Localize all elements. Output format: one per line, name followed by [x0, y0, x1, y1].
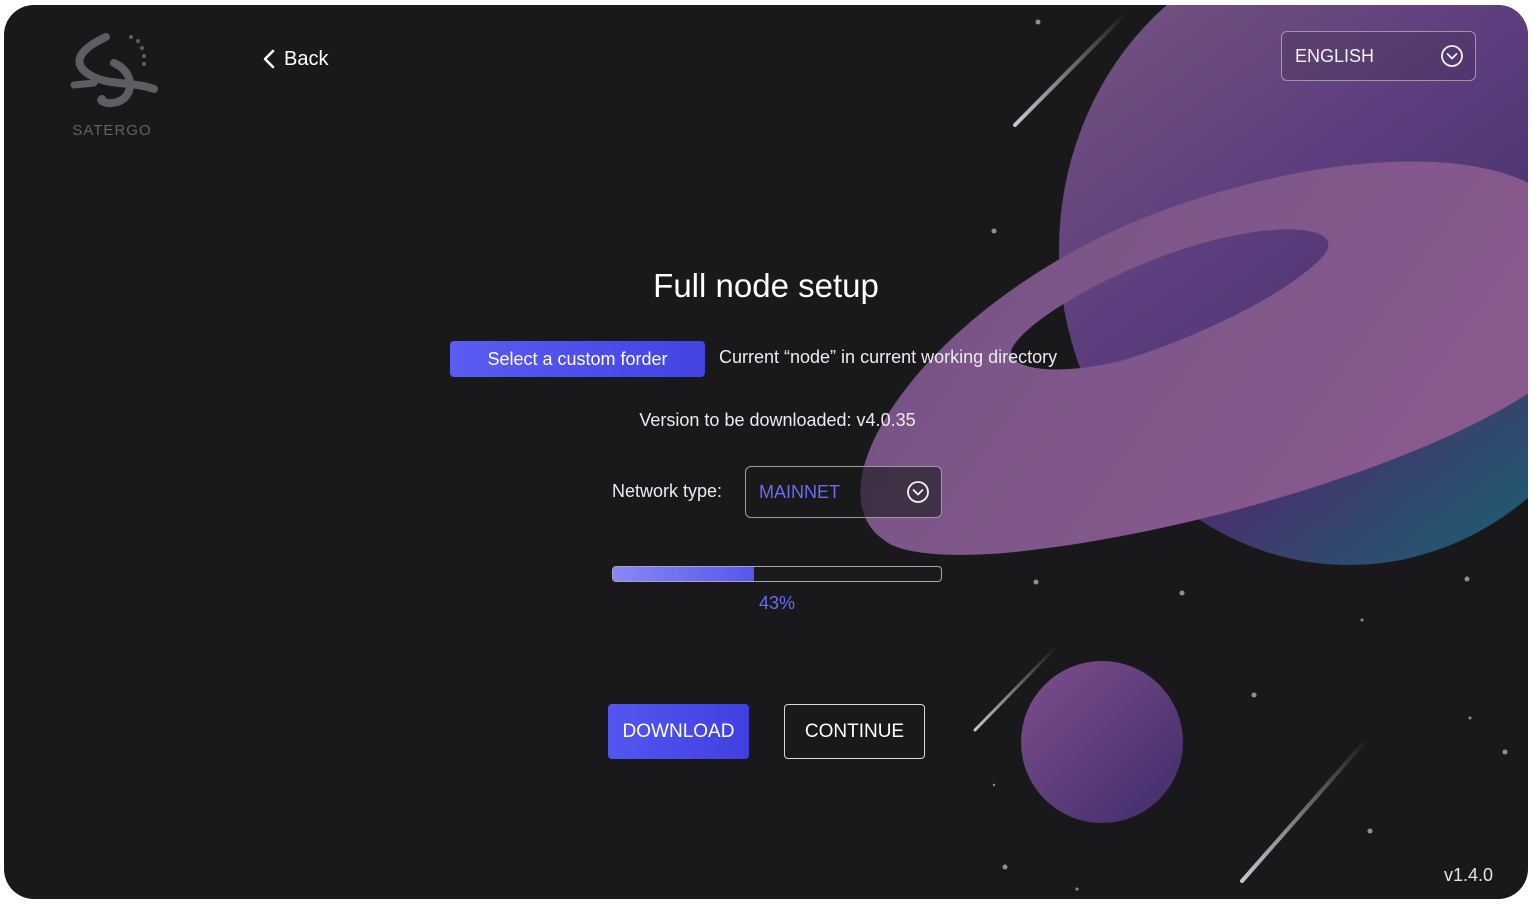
back-label: Back — [284, 47, 329, 70]
select-custom-folder-button[interactable]: Select a custom forder — [450, 341, 705, 377]
app-window: SATERGO Back ENGLISH Full node setup Sel… — [4, 5, 1528, 899]
network-type-label: Network type: — [612, 481, 723, 501]
download-button[interactable]: DOWNLOAD — [608, 704, 749, 759]
space-background — [860, 5, 1528, 891]
language-value: ENGLISH — [1295, 45, 1375, 66]
network-type-value: MAINNET — [759, 481, 840, 502]
chevron-down-circle-icon — [1441, 45, 1463, 67]
shooting-star — [1240, 736, 1370, 883]
back-button[interactable]: Back — [262, 43, 328, 75]
download-progress-fill — [613, 567, 755, 581]
page-title: Full node setup — [653, 267, 879, 304]
folder-path-text: Current “node” in current working direct… — [719, 347, 1058, 367]
language-select[interactable]: ENGLISH — [1281, 31, 1476, 81]
chevron-down-circle-icon — [907, 481, 929, 503]
app-version: v1.4.0 — [1444, 865, 1494, 885]
continue-button[interactable]: CONTINUE — [784, 704, 925, 759]
download-progress-bar — [612, 566, 942, 582]
network-type-select[interactable]: MAINNET — [745, 466, 942, 518]
download-progress-text: 43% — [758, 593, 796, 613]
moon — [1021, 661, 1183, 823]
satergo-logo: SATERGO — [62, 31, 172, 141]
chevron-left-icon — [263, 49, 275, 69]
satergo-logo-icon — [70, 33, 158, 108]
brand-name: SATERGO — [72, 122, 152, 139]
download-version-text: Version to be downloaded: v4.0.35 — [639, 410, 916, 430]
